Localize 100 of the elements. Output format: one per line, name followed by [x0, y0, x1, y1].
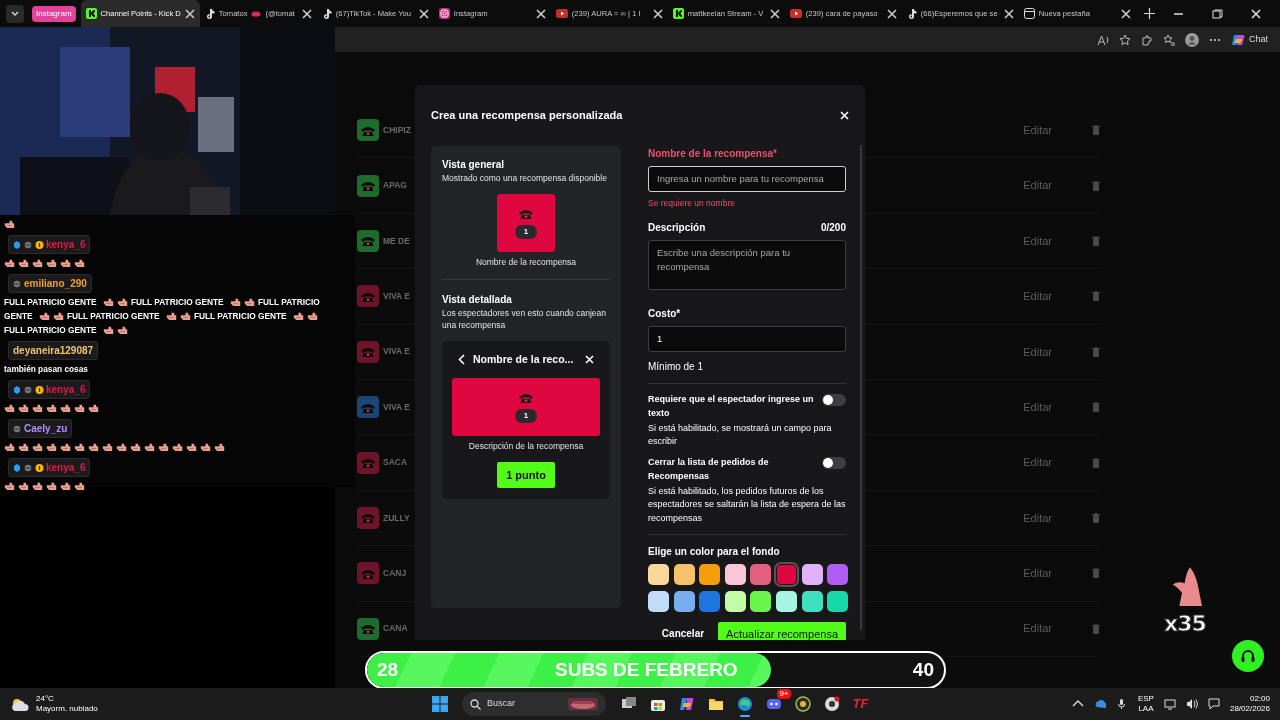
tab-list-button[interactable]	[6, 4, 24, 23]
microphone-button[interactable]	[1115, 698, 1128, 710]
color-swatch[interactable]	[801, 563, 823, 585]
color-swatch[interactable]	[801, 590, 823, 612]
profile-button[interactable]	[1185, 32, 1199, 47]
clock-time[interactable]: 02:00	[1249, 694, 1270, 704]
reward-name: VIVA E	[383, 290, 410, 303]
close-button[interactable]	[840, 111, 849, 120]
color-swatch[interactable]	[699, 590, 721, 612]
close-tab-button[interactable]	[301, 8, 312, 19]
browser-icon	[736, 696, 753, 712]
color-swatch[interactable]	[775, 590, 797, 612]
pointing-hand-icon	[60, 258, 71, 268]
color-swatch[interactable]	[724, 590, 746, 612]
toggle-switch[interactable]	[822, 457, 846, 470]
cloud-button[interactable]	[1093, 698, 1106, 710]
close-window-button[interactable]	[1251, 8, 1262, 19]
toggle-switch[interactable]	[822, 394, 846, 407]
close-tab-button[interactable]	[535, 8, 546, 19]
pointing-hand-icon	[186, 442, 197, 452]
field-label: Descripción	[648, 221, 706, 235]
message-text: FULL PATRICIO GENTE	[130, 297, 224, 307]
goal-target: 40	[912, 657, 934, 682]
temperature: 24°C	[36, 694, 55, 704]
close-window-icon	[1251, 8, 1262, 19]
language-indicator[interactable]: ESP	[1137, 694, 1154, 704]
restore-icon	[1212, 8, 1223, 19]
keyboard-layout[interactable]: LAA	[1137, 704, 1154, 714]
tab-group-label[interactable]: Instagram	[32, 5, 76, 22]
username[interactable]: kenya_6	[46, 382, 86, 397]
redeem-button[interactable]: 1 punto	[497, 461, 555, 489]
star-button[interactable]	[1119, 33, 1131, 46]
favorites-button[interactable]	[1163, 33, 1175, 46]
badge-icon	[24, 384, 33, 395]
close-tab-button[interactable]	[1120, 8, 1131, 19]
color-swatch[interactable]	[673, 563, 695, 585]
restore-button[interactable]	[1212, 8, 1223, 19]
cancel-button[interactable]: Cancelar	[661, 626, 705, 640]
display-button[interactable]	[1163, 698, 1176, 710]
username-tag[interactable]: kenya_6	[8, 235, 91, 254]
username[interactable]: kenya_6	[46, 237, 86, 252]
username[interactable]: Caely_zu	[24, 421, 68, 436]
search-icon	[470, 698, 481, 710]
read-aloud-button[interactable]	[1097, 33, 1109, 46]
cost-badge: 1	[514, 408, 538, 423]
color-swatch[interactable]	[827, 563, 849, 585]
username-tag[interactable]: Caely_zu	[8, 419, 73, 438]
close-tab-button[interactable]	[184, 8, 195, 19]
description-input[interactable]: Escribe una descripción para tu recompensa	[648, 240, 846, 290]
username-tag[interactable]: deyaneira129087	[8, 341, 99, 360]
play-icon	[555, 9, 568, 18]
chat-button[interactable]: Chat	[1231, 32, 1268, 47]
weather-widget[interactable]: 24°C Mayorm. nublado	[10, 694, 425, 714]
reward-name: CANA	[383, 622, 408, 636]
close-tab-button[interactable]	[886, 8, 897, 19]
username-tag[interactable]: kenya_6	[8, 458, 91, 477]
scrollbar[interactable]	[860, 145, 862, 630]
extensions-button[interactable]	[1141, 33, 1153, 46]
username[interactable]: deyaneira129087	[13, 343, 94, 358]
color-swatch[interactable]	[750, 590, 772, 612]
cube-badge-icon	[13, 239, 22, 250]
chat-bubble-button[interactable]	[1207, 698, 1220, 710]
search-field[interactable]: Buscar	[462, 692, 606, 716]
username[interactable]: kenya_6	[46, 460, 86, 475]
color-swatch[interactable]	[699, 563, 721, 585]
back-button[interactable]	[458, 354, 465, 366]
username-tag[interactable]: emiliano_290	[8, 274, 92, 293]
error-message: Se requiere un nombre	[648, 197, 736, 210]
clock-date[interactable]: 28/02/2026	[1229, 704, 1270, 714]
more-button[interactable]	[1209, 37, 1221, 42]
close-tab-button[interactable]	[769, 8, 780, 19]
name-input[interactable]: Ingresa un nombre para tu recompensa	[648, 166, 846, 193]
color-swatch[interactable]	[827, 590, 849, 612]
round-app-icon	[823, 696, 840, 712]
character-counter: 0/200	[820, 221, 846, 235]
color-swatch[interactable]	[648, 563, 669, 585]
reward-name: CANJ	[383, 566, 407, 580]
cost-input[interactable]: 1	[648, 326, 846, 353]
username-tag[interactable]: kenya_6	[8, 380, 91, 399]
color-swatch[interactable]	[775, 563, 797, 585]
close-button[interactable]	[585, 355, 594, 365]
close-tab-button[interactable]	[1003, 8, 1014, 19]
pointing-hand-icon	[4, 258, 15, 268]
pointing-hand-icon	[4, 481, 15, 491]
color-swatch[interactable]	[648, 590, 669, 612]
close-tab-button[interactable]	[418, 8, 429, 19]
new-tab-button[interactable]	[1143, 8, 1155, 19]
close-tab-button[interactable]	[652, 8, 663, 19]
badge-icon	[13, 278, 22, 289]
speaker-button[interactable]	[1185, 698, 1198, 710]
music-note-icon	[321, 8, 332, 19]
update-button[interactable]: Actualizar recompensa	[718, 621, 846, 640]
app-button[interactable]: TF	[847, 691, 874, 717]
color-swatch[interactable]	[673, 590, 695, 612]
color-swatch[interactable]	[750, 563, 772, 585]
pointing-hand-icon	[4, 403, 15, 413]
color-swatch[interactable]	[724, 563, 746, 585]
username[interactable]: emiliano_290	[24, 276, 87, 291]
pointing-hand-icon	[116, 325, 128, 335]
goal-current: 28	[377, 657, 399, 682]
